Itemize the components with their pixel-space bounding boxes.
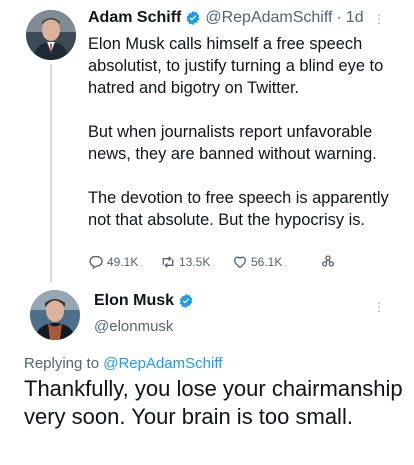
share-icon — [322, 255, 334, 267]
reply-icon — [89, 256, 103, 270]
reply-count: 49.1K — [107, 255, 139, 269]
like-icon — [233, 256, 247, 269]
tweet-paragraph: The devotion to free speech is apparentl… — [88, 189, 389, 229]
timestamp[interactable]: 1d — [346, 9, 364, 27]
tweet-header: Adam Schiff @RepAdamSchiff · 1d — [88, 9, 364, 27]
reply-text: Thankfully, you lose your chairmanship v… — [24, 376, 403, 429]
tweet-text: Elon Musk calls himself a free speech ab… — [88, 33, 398, 253]
more-icon[interactable]: · · · — [376, 7, 382, 29]
avatar[interactable] — [30, 290, 80, 340]
reply-header: Elon Musk — [94, 292, 198, 310]
reply-author-handle[interactable]: @elonmusk — [94, 318, 173, 335]
separator: · — [336, 9, 342, 26]
thread-line — [50, 64, 52, 282]
avatar[interactable] — [26, 10, 76, 60]
verified-badge-icon — [179, 294, 193, 308]
tweet-paragraph: But when journalists report unfavorable … — [88, 123, 377, 163]
retweet-icon — [162, 256, 174, 268]
retweet-count: 13.5K — [179, 255, 211, 269]
replying-prefix: Replying to — [24, 355, 100, 372]
verified-badge-icon — [187, 11, 200, 25]
retweet-button[interactable]: 13.5K — [160, 254, 210, 270]
tweet-actions: 49.1K 13.5K 56.1K — [88, 254, 388, 274]
reply-author-name[interactable]: Elon Musk — [94, 292, 174, 310]
reply-button[interactable]: 49.1K — [88, 254, 138, 270]
replying-to: Replying to @RepAdamSchiff — [24, 355, 222, 372]
like-count: 56.1K — [251, 255, 283, 269]
more-icon[interactable]: · · · — [376, 295, 382, 317]
tweet-paragraph: Elon Musk calls himself a free speech ab… — [88, 35, 384, 97]
author-handle[interactable]: @RepAdamSchiff — [205, 9, 332, 27]
share-button[interactable] — [320, 254, 339, 270]
like-button[interactable]: 56.1K — [232, 254, 282, 270]
author-name[interactable]: Adam Schiff — [88, 9, 181, 27]
mention-link[interactable]: @RepAdamSchiff — [103, 355, 222, 372]
original-tweet[interactable]: Adam Schiff @RepAdamSchiff · 1d · · · Elon… — [0, 0, 414, 282]
